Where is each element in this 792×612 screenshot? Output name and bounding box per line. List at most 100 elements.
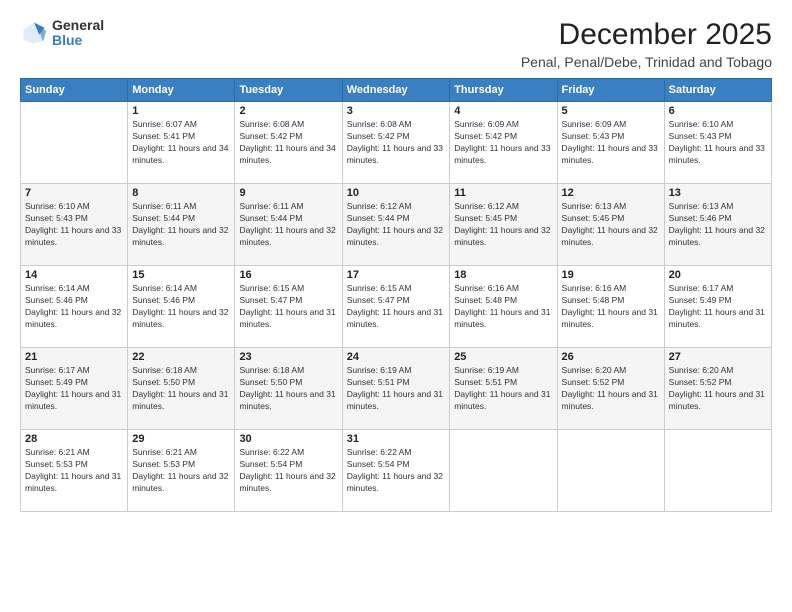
day-info: Sunrise: 6:13 AMSunset: 5:46 PMDaylight:… [669,201,767,249]
table-row: 22 Sunrise: 6:18 AMSunset: 5:50 PMDayligh… [128,348,235,430]
day-number: 23 [239,351,337,363]
table-row: 23 Sunrise: 6:18 AMSunset: 5:50 PMDayligh… [235,348,342,430]
day-info: Sunrise: 6:17 AMSunset: 5:49 PMDaylight:… [669,283,767,331]
day-number: 31 [347,433,445,445]
table-row: 8 Sunrise: 6:11 AMSunset: 5:44 PMDaylight… [128,184,235,266]
day-number: 6 [669,105,767,117]
day-info: Sunrise: 6:20 AMSunset: 5:52 PMDaylight:… [562,365,660,413]
day-number: 12 [562,187,660,199]
logo-general: General [52,18,104,33]
table-row: 5Sunrise: 6:09 AMSunset: 5:43 PMDaylight… [557,102,664,184]
table-row: 13 Sunrise: 6:13 AMSunset: 5:46 PMDayligh… [664,184,771,266]
logo-text: General Blue [52,18,104,49]
logo-blue: Blue [52,33,104,48]
table-row: 11 Sunrise: 6:12 AMSunset: 5:45 PMDayligh… [450,184,557,266]
day-info: Sunrise: 6:09 AMSunset: 5:43 PMDaylight:… [562,119,660,167]
table-row: 30Sunrise: 6:22 AMSunset: 5:54 PMDayligh… [235,430,342,512]
day-info: Sunrise: 6:19 AMSunset: 5:51 PMDaylight:… [347,365,445,413]
day-number: 17 [347,269,445,281]
table-row: 19 Sunrise: 6:16 AMSunset: 5:48 PMDayligh… [557,266,664,348]
col-friday: Friday [557,79,664,102]
calendar-table: Sunday Monday Tuesday Wednesday Thursday… [20,78,772,512]
day-number: 19 [562,269,660,281]
table-row: 4 Sunrise: 6:09 AMSunset: 5:42 PMDaylight… [450,102,557,184]
calendar-header-row: Sunday Monday Tuesday Wednesday Thursday… [21,79,772,102]
day-info: Sunrise: 6:20 AMSunset: 5:52 PMDaylight:… [669,365,767,413]
day-number: 4 [454,105,552,117]
day-number: 18 [454,269,552,281]
table-row: 1 Sunrise: 6:07 AMSunset: 5:41 PMDaylight… [128,102,235,184]
day-number: 14 [25,269,123,281]
table-row: 20 Sunrise: 6:17 AMSunset: 5:49 PMDayligh… [664,266,771,348]
table-row: 12Sunrise: 6:13 AMSunset: 5:45 PMDayligh… [557,184,664,266]
day-info: Sunrise: 6:14 AMSunset: 5:46 PMDaylight:… [132,283,230,331]
table-row: 17 Sunrise: 6:15 AMSunset: 5:47 PMDayligh… [342,266,449,348]
day-info: Sunrise: 6:09 AMSunset: 5:42 PMDaylight:… [454,119,552,167]
table-row: 15Sunrise: 6:14 AMSunset: 5:46 PMDayligh… [128,266,235,348]
table-row: 6 Sunrise: 6:10 AMSunset: 5:43 PMDaylight… [664,102,771,184]
day-number: 3 [347,105,445,117]
col-tuesday: Tuesday [235,79,342,102]
day-info: Sunrise: 6:19 AMSunset: 5:51 PMDaylight:… [454,365,552,413]
day-number: 13 [669,187,767,199]
calendar-week-row: 28Sunrise: 6:21 AMSunset: 5:53 PMDayligh… [21,430,772,512]
day-info: Sunrise: 6:16 AMSunset: 5:48 PMDaylight:… [562,283,660,331]
day-info: Sunrise: 6:22 AMSunset: 5:54 PMDaylight:… [347,447,445,495]
col-wednesday: Wednesday [342,79,449,102]
day-info: Sunrise: 6:07 AMSunset: 5:41 PMDaylight:… [132,119,230,167]
main-title: December 2025 [521,18,772,52]
table-row: 14 Sunrise: 6:14 AMSunset: 5:46 PMDayligh… [21,266,128,348]
day-info: Sunrise: 6:17 AMSunset: 5:49 PMDaylight:… [25,365,123,413]
table-row: 10Sunrise: 6:12 AMSunset: 5:44 PMDayligh… [342,184,449,266]
col-thursday: Thursday [450,79,557,102]
table-row: 2Sunrise: 6:08 AMSunset: 5:42 PMDaylight… [235,102,342,184]
day-number: 20 [669,269,767,281]
day-info: Sunrise: 6:08 AMSunset: 5:42 PMDaylight:… [347,119,445,167]
subtitle: Penal, Penal/Debe, Trinidad and Tobago [521,54,772,70]
table-row [664,430,771,512]
calendar-page: General Blue December 2025 Penal, Penal/… [0,0,792,612]
day-info: Sunrise: 6:16 AMSunset: 5:48 PMDaylight:… [454,283,552,331]
day-number: 16 [239,269,337,281]
day-number: 24 [347,351,445,363]
day-number: 22 [132,351,230,363]
day-info: Sunrise: 6:14 AMSunset: 5:46 PMDaylight:… [25,283,123,331]
day-info: Sunrise: 6:11 AMSunset: 5:44 PMDaylight:… [239,201,337,249]
logo: General Blue [20,18,104,49]
table-row: 7 Sunrise: 6:10 AMSunset: 5:43 PMDaylight… [21,184,128,266]
table-row: 25Sunrise: 6:19 AMSunset: 5:51 PMDayligh… [450,348,557,430]
day-info: Sunrise: 6:10 AMSunset: 5:43 PMDaylight:… [25,201,123,249]
day-number: 11 [454,187,552,199]
table-row: 29Sunrise: 6:21 AMSunset: 5:53 PMDayligh… [128,430,235,512]
day-number: 1 [132,105,230,117]
calendar-week-row: 21 Sunrise: 6:17 AMSunset: 5:49 PMDayligh… [21,348,772,430]
day-info: Sunrise: 6:08 AMSunset: 5:42 PMDaylight:… [239,119,337,167]
day-number: 7 [25,187,123,199]
day-info: Sunrise: 6:10 AMSunset: 5:43 PMDaylight:… [669,119,767,167]
day-info: Sunrise: 6:21 AMSunset: 5:53 PMDaylight:… [132,447,230,495]
table-row: 21 Sunrise: 6:17 AMSunset: 5:49 PMDayligh… [21,348,128,430]
day-info: Sunrise: 6:18 AMSunset: 5:50 PMDaylight:… [132,365,230,413]
day-info: Sunrise: 6:12 AMSunset: 5:45 PMDaylight:… [454,201,552,249]
day-info: Sunrise: 6:22 AMSunset: 5:54 PMDaylight:… [239,447,337,495]
col-monday: Monday [128,79,235,102]
day-number: 8 [132,187,230,199]
table-row: 16Sunrise: 6:15 AMSunset: 5:47 PMDayligh… [235,266,342,348]
day-info: Sunrise: 6:15 AMSunset: 5:47 PMDaylight:… [347,283,445,331]
table-row [21,102,128,184]
header: General Blue December 2025 Penal, Penal/… [20,18,772,70]
calendar-week-row: 1 Sunrise: 6:07 AMSunset: 5:41 PMDaylight… [21,102,772,184]
day-number: 10 [347,187,445,199]
table-row [450,430,557,512]
table-row: 28Sunrise: 6:21 AMSunset: 5:53 PMDayligh… [21,430,128,512]
day-info: Sunrise: 6:21 AMSunset: 5:53 PMDaylight:… [25,447,123,495]
day-number: 26 [562,351,660,363]
day-number: 21 [25,351,123,363]
table-row: 27Sunrise: 6:20 AMSunset: 5:52 PMDayligh… [664,348,771,430]
day-info: Sunrise: 6:11 AMSunset: 5:44 PMDaylight:… [132,201,230,249]
day-number: 9 [239,187,337,199]
table-row [557,430,664,512]
table-row: 26 Sunrise: 6:20 AMSunset: 5:52 PMDayligh… [557,348,664,430]
calendar-week-row: 7 Sunrise: 6:10 AMSunset: 5:43 PMDaylight… [21,184,772,266]
day-info: Sunrise: 6:18 AMSunset: 5:50 PMDaylight:… [239,365,337,413]
